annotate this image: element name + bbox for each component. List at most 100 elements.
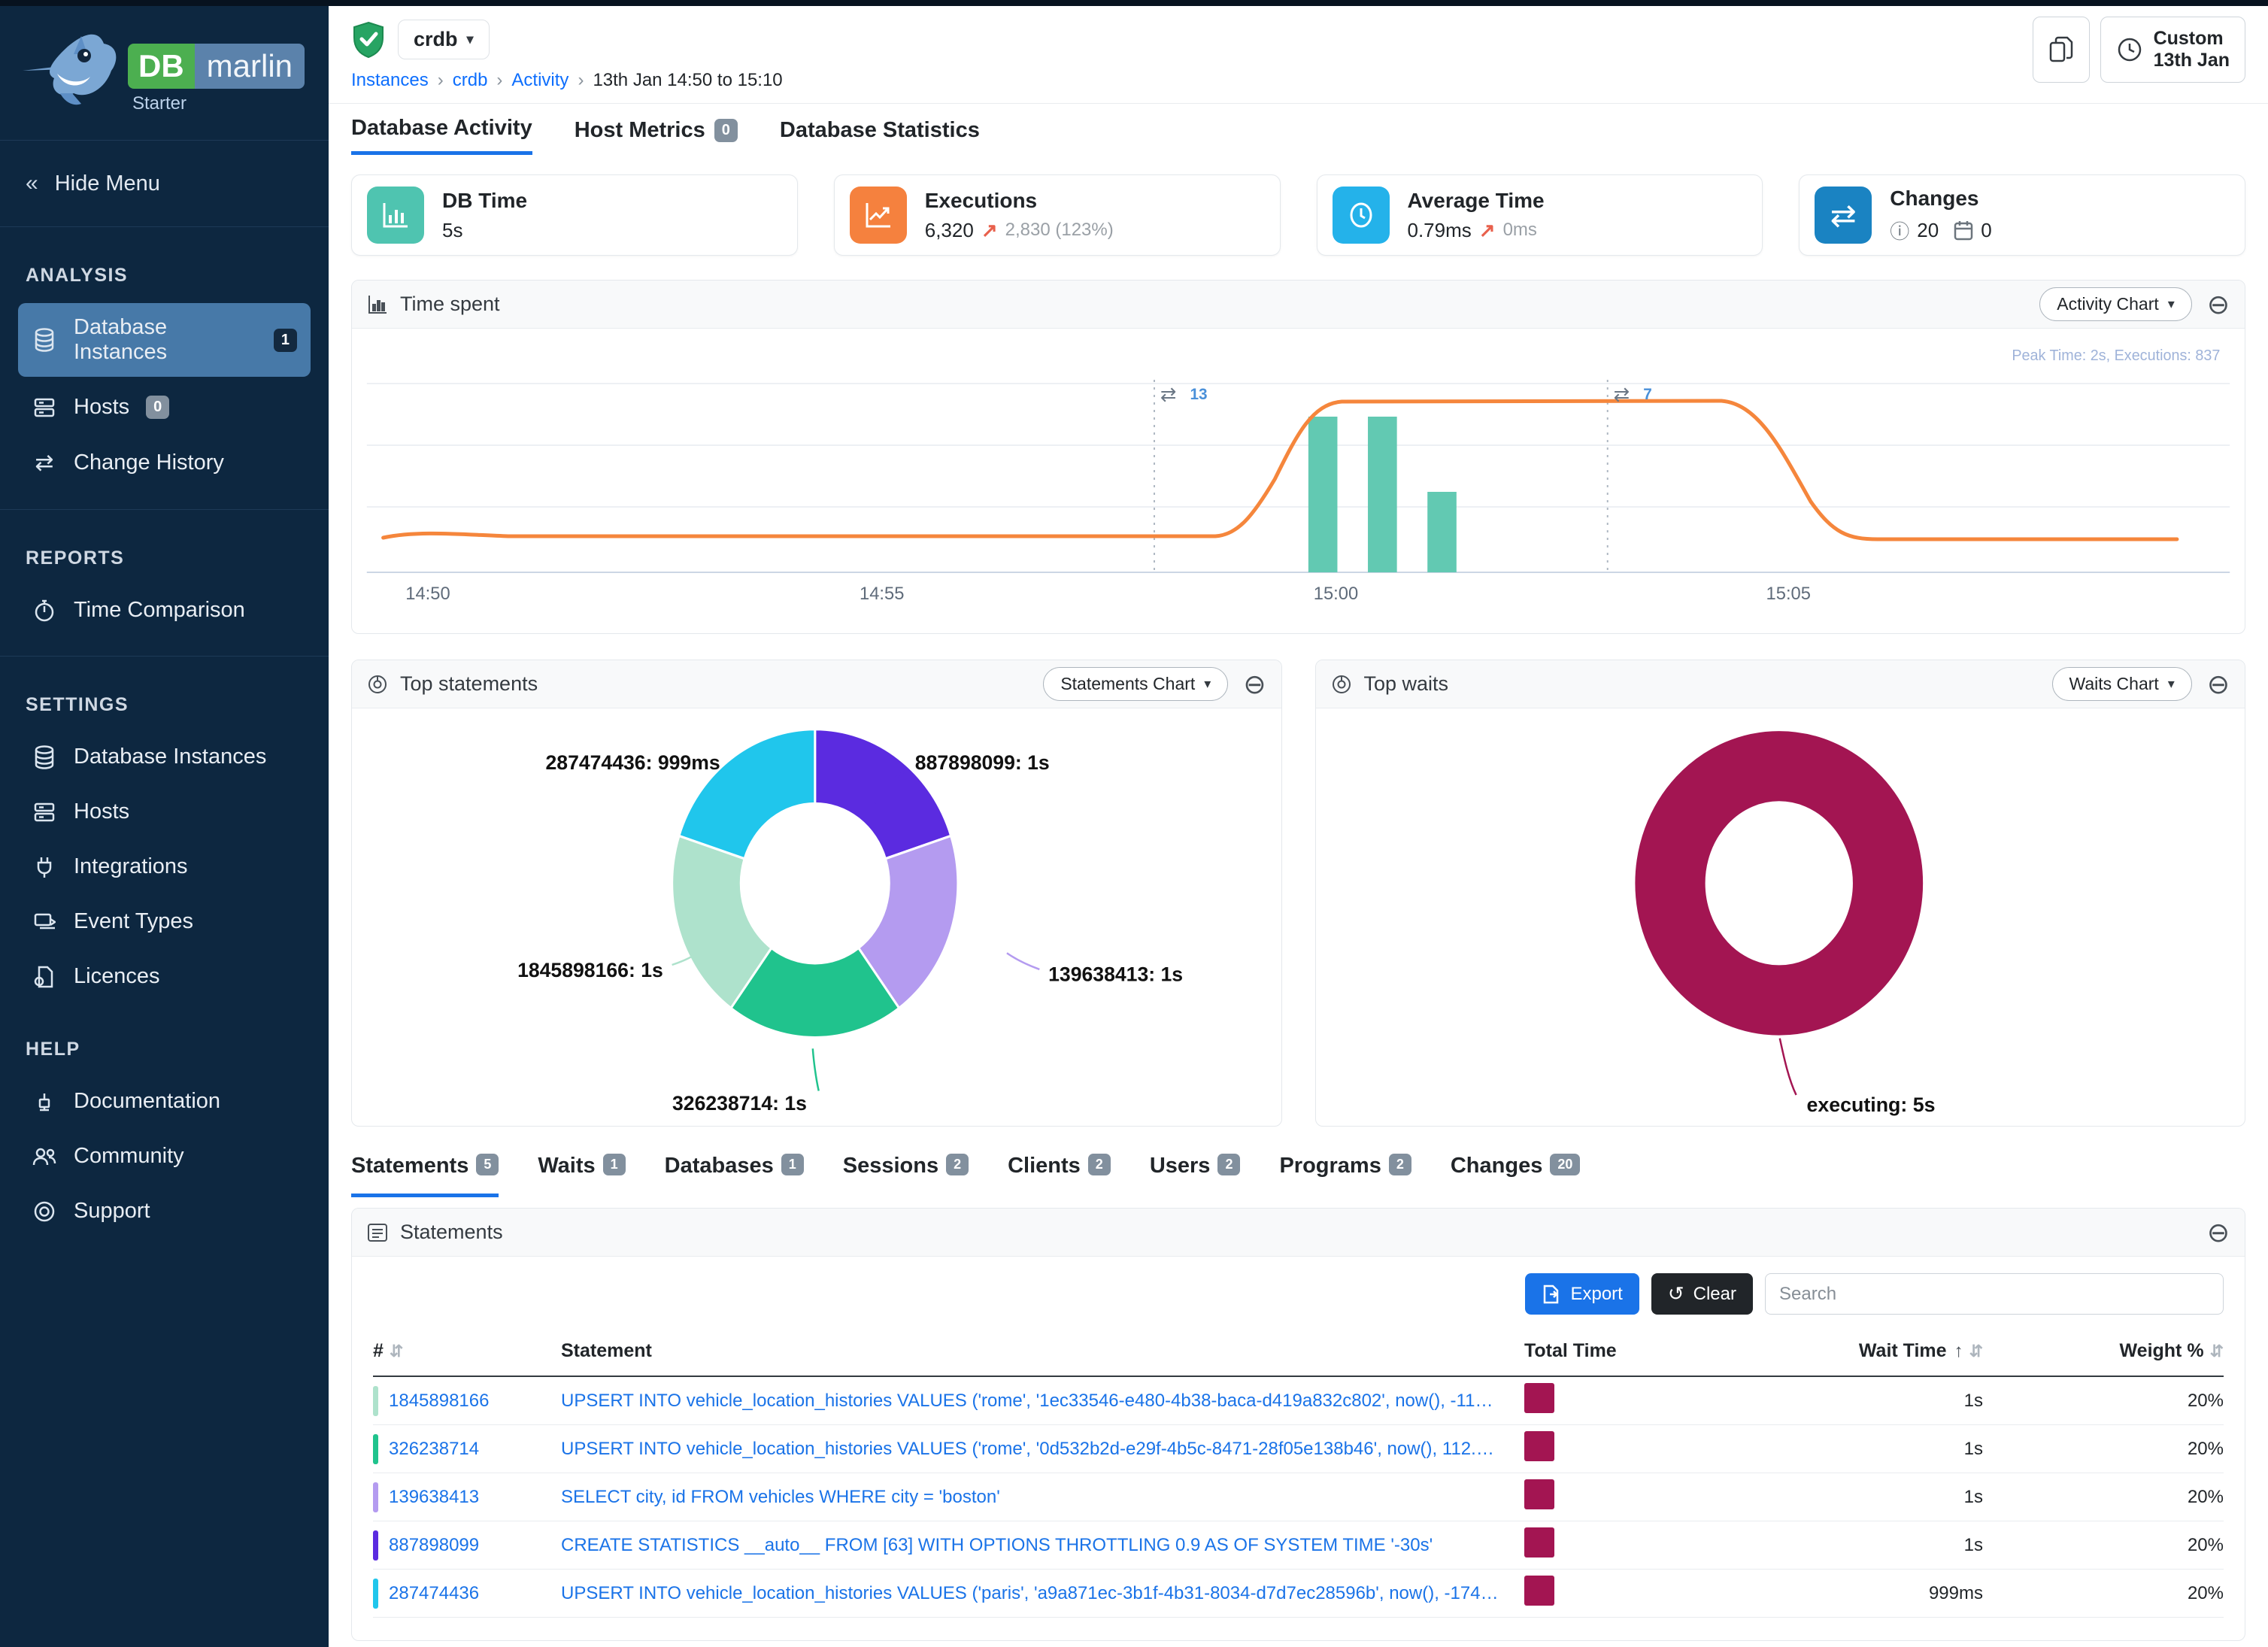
column-header-id[interactable]: #⇵ [373, 1340, 561, 1362]
donut-label: 287474436: 999ms [545, 751, 720, 774]
collapse-panel-icon[interactable]: ⊖ [2207, 1219, 2230, 1246]
sidebar-item-community[interactable]: Community [18, 1132, 311, 1181]
range-custom-label: Custom [2154, 28, 2224, 49]
calendar-icon [1954, 220, 1973, 241]
donut-slice[interactable] [1669, 766, 1887, 1000]
sidebar-section-settings: SETTINGS [26, 694, 311, 716]
count-badge: 1 [781, 1154, 804, 1175]
statement-id-link[interactable]: 326238714 [389, 1439, 502, 1460]
search-input[interactable] [1765, 1273, 2224, 1315]
kpi-title: DB Time [442, 189, 527, 213]
copy-link-button[interactable] [2033, 17, 2090, 83]
shield-check-icon [351, 21, 386, 59]
statement-color-bar [373, 1530, 378, 1561]
statement-id-link[interactable]: 1845898166 [389, 1391, 511, 1412]
hide-menu-button[interactable]: « Hide Menu [0, 151, 329, 216]
collapse-panel-icon[interactable]: ⊖ [2207, 671, 2230, 698]
statement-sql-link[interactable]: CREATE STATISTICS __auto__ FROM [63] WIT… [561, 1535, 1524, 1556]
activity-chart-selector[interactable]: Activity Chart ▾ [2039, 287, 2192, 321]
sidebar-item-event-types[interactable]: Event Types [18, 897, 311, 946]
statement-sql-link[interactable]: SELECT city, id FROM vehicles WHERE city… [561, 1487, 1524, 1508]
time-range-button[interactable]: Custom 13th Jan [2100, 17, 2245, 83]
sidebar-item-documentation[interactable]: Documentation [18, 1077, 311, 1126]
tab-waits[interactable]: Waits1 [538, 1154, 625, 1197]
breadcrumb-activity[interactable]: Activity [511, 70, 569, 91]
sort-ascending-icon: ↑ [1954, 1341, 1963, 1361]
waits-chart-selector[interactable]: Waits Chart ▾ [2052, 667, 2192, 701]
db-time-line[interactable] [384, 401, 2177, 539]
statement-id-link[interactable]: 139638413 [389, 1487, 502, 1508]
executions-bar[interactable] [1427, 492, 1457, 572]
hide-menu-label: Hide Menu [55, 171, 160, 196]
sidebar-item-hosts[interactable]: Hosts 0 [18, 383, 311, 432]
change-marker-annotation[interactable]: ⇄ 13 [1160, 384, 1208, 405]
collapse-panel-icon[interactable]: ⊖ [2207, 291, 2230, 318]
tab-host-metrics[interactable]: Host Metrics0 [575, 116, 738, 155]
undo-icon: ↺ [1668, 1282, 1684, 1306]
statement-sql-link[interactable]: UPSERT INTO vehicle_location_histories V… [561, 1439, 1524, 1460]
column-header-weight[interactable]: Weight %⇵ [1983, 1340, 2224, 1362]
donut-chart-icon [367, 674, 388, 695]
tab-programs[interactable]: Programs2 [1279, 1154, 1411, 1197]
sidebar-item-integrations[interactable]: Integrations [18, 842, 311, 891]
collapse-panel-icon[interactable]: ⊖ [1243, 671, 1266, 698]
sidebar-item-licences[interactable]: Licences [18, 952, 311, 1001]
column-header-wait-time[interactable]: Wait Time↑⇵ [1630, 1340, 1983, 1362]
tab-changes[interactable]: Changes20 [1451, 1154, 1581, 1197]
kpi-title: Executions [925, 189, 1114, 213]
column-header-total-time[interactable]: Total Time [1524, 1340, 1630, 1362]
statement-id-link[interactable]: 287474436 [389, 1583, 502, 1604]
swap-arrows-icon: ⇄ [32, 450, 57, 476]
clock-icon [1333, 187, 1390, 244]
main-tabs: Database Activity Host Metrics0 Database… [329, 104, 2268, 155]
wait-time-value: 1s [1630, 1487, 1983, 1508]
divider [0, 509, 329, 510]
svg-text:⇄: ⇄ [1160, 384, 1177, 405]
sidebar-item-settings-database-instances[interactable]: Database Instances [18, 733, 311, 781]
time-spent-chart[interactable]: Peak Time: 2s, Executions: 837 ⇄ 13 ⇄ 7 … [352, 329, 2245, 629]
sidebar-item-label: Time Comparison [74, 598, 245, 623]
statement-sql-link[interactable]: UPSERT INTO vehicle_location_histories V… [561, 1583, 1524, 1604]
instance-selector[interactable]: crdb ▾ [398, 20, 490, 59]
server-icon [32, 396, 57, 419]
sidebar-item-support[interactable]: Support [18, 1187, 311, 1236]
wait-time-value: 999ms [1630, 1583, 1983, 1604]
donut-slice[interactable] [815, 729, 951, 859]
statements-chart-selector[interactable]: Statements Chart ▾ [1043, 667, 1228, 701]
tab-users[interactable]: Users2 [1150, 1154, 1241, 1197]
sidebar-item-database-instances[interactable]: Database Instances 1 [18, 303, 311, 377]
sidebar-item-change-history[interactable]: ⇄ Change History [18, 438, 311, 488]
sidebar-section-help: HELP [26, 1039, 311, 1060]
sidebar-item-time-comparison[interactable]: Time Comparison [18, 586, 311, 635]
trend-up-arrow-icon: ↗ [1479, 219, 1496, 242]
label-leader [1007, 953, 1039, 969]
life-ring-icon [32, 1200, 57, 1223]
donut-slice[interactable] [679, 729, 815, 859]
statement-sql-link[interactable]: UPSERT INTO vehicle_location_histories V… [561, 1391, 1524, 1412]
kpi-value: 6,320 [925, 219, 974, 242]
tab-sessions[interactable]: Sessions2 [843, 1154, 969, 1197]
column-header-statement[interactable]: Statement [561, 1340, 1524, 1362]
count-badge: 5 [476, 1154, 499, 1175]
table-row: 1845898166 UPSERT INTO vehicle_location_… [373, 1377, 2224, 1425]
total-time-bar [1524, 1576, 1554, 1606]
top-statements-donut[interactable]: 287474436: 999ms 887898099: 1s 184589816… [352, 708, 1281, 1122]
executions-bar[interactable] [1308, 417, 1338, 572]
dbmarlin-logo[interactable]: DBmarlin Starter [0, 6, 329, 129]
tab-clients[interactable]: Clients2 [1008, 1154, 1111, 1197]
tab-statements[interactable]: Statements5 [351, 1154, 499, 1197]
tab-database-activity[interactable]: Database Activity [351, 116, 532, 155]
breadcrumb-instances[interactable]: Instances [351, 70, 429, 91]
breadcrumb-crdb[interactable]: crdb [453, 70, 488, 91]
sidebar-item-label: Hosts [74, 799, 129, 824]
export-button[interactable]: Export [1525, 1273, 1639, 1315]
tab-databases[interactable]: Databases1 [665, 1154, 804, 1197]
tab-database-statistics[interactable]: Database Statistics [780, 116, 980, 155]
executions-bar[interactable] [1368, 417, 1397, 572]
statement-id-link[interactable]: 887898099 [389, 1535, 502, 1556]
clear-button[interactable]: ↺ Clear [1651, 1273, 1753, 1315]
breadcrumb-separator: › [578, 70, 584, 91]
kpi-executions: Executions 6,320 ↗ 2,830 (123%) [834, 174, 1281, 256]
top-waits-donut[interactable]: executing: 5s [1316, 708, 2245, 1122]
sidebar-item-settings-hosts[interactable]: Hosts [18, 787, 311, 836]
